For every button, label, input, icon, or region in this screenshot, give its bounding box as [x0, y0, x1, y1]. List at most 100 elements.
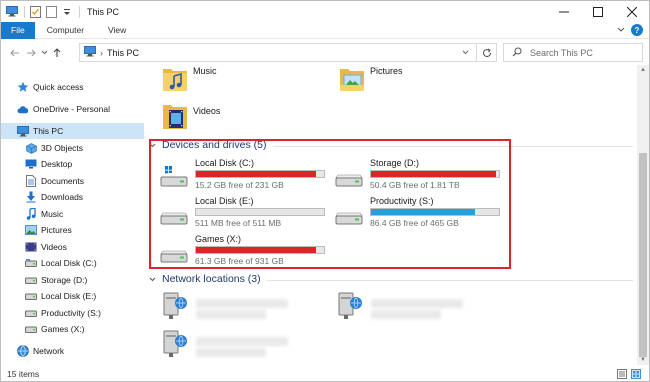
sidebar-item-label: Music [41, 209, 64, 219]
folder-videos[interactable]: Videos [161, 99, 220, 131]
hard-drive-icon [335, 212, 363, 225]
drive-name: Local Disk (E:) [195, 196, 254, 206]
drive-space-info: 61.3 GB free of 931 GB [195, 256, 284, 266]
refresh-icon [482, 48, 491, 57]
toolbar-divider [24, 5, 25, 18]
sidebar-item-games-x[interactable]: Games (X:) [1, 321, 144, 337]
pictures-icon [25, 224, 37, 236]
computer-icon [17, 125, 29, 137]
folder-music[interactable]: Music [161, 63, 217, 93]
tab-file[interactable]: File [1, 21, 35, 39]
address-bar[interactable]: › This PC [79, 43, 497, 62]
up-button[interactable] [49, 45, 65, 61]
network-drive-icon [338, 292, 362, 319]
drive-tile-d[interactable]: Storage (D:) 50.4 GB free of 1.81 TB [334, 158, 504, 192]
drive-usage-bar [195, 208, 325, 216]
documents-icon [25, 175, 37, 187]
scroll-up-icon[interactable]: ▲ [637, 65, 649, 75]
computer-icon[interactable] [5, 5, 19, 19]
sidebar-item-label: This PC [33, 126, 64, 136]
recent-locations-button[interactable] [39, 45, 49, 61]
sidebar-item-storage-d[interactable]: Storage (D:) [1, 272, 144, 288]
breadcrumb-this-pc[interactable]: This PC [107, 48, 139, 58]
redacted-label [196, 337, 288, 346]
refresh-button[interactable] [476, 44, 496, 61]
address-history-button[interactable] [458, 44, 472, 61]
drive-space-info: 15.2 GB free of 231 GB [195, 180, 284, 190]
breadcrumb-chevron-icon[interactable]: › [100, 48, 103, 58]
sidebar-item-label: Games (X:) [41, 324, 85, 334]
sidebar-item-downloads[interactable]: Downloads [1, 189, 144, 205]
sidebar-item-onedrive[interactable]: OneDrive - Personal [1, 101, 144, 117]
redacted-label [196, 299, 288, 308]
chevron-down-icon [41, 50, 47, 55]
back-button[interactable] [7, 45, 23, 61]
sidebar-item-videos[interactable]: Videos [1, 239, 144, 255]
forward-button[interactable] [23, 45, 39, 61]
drive-tile-c[interactable]: Local Disk (C:) 15.2 GB free of 231 GB [159, 158, 329, 192]
drive-usage-bar [370, 170, 500, 178]
help-button[interactable]: ? [631, 24, 643, 36]
maximize-button[interactable] [581, 1, 615, 22]
title-bar: This PC [1, 1, 649, 22]
sidebar-item-local-disk-c[interactable]: Local Disk (C:) [1, 255, 144, 271]
drive-tile-x[interactable]: Games (X:) 61.3 GB free of 931 GB [159, 234, 329, 268]
network-location-item[interactable] [336, 291, 366, 321]
hard-drive-icon [160, 212, 188, 225]
sidebar-item-music[interactable]: Music [1, 206, 144, 222]
expand-ribbon-icon[interactable] [615, 24, 627, 36]
group-divider [267, 280, 633, 281]
vertical-scrollbar[interactable]: ▲ ▼ [637, 65, 649, 365]
window-title: This PC [87, 6, 120, 17]
search-box [503, 43, 643, 62]
details-view-icon[interactable] [616, 368, 627, 379]
music-folder-icon [163, 69, 187, 91]
drive-space-info: 50.4 GB free of 1.81 TB [370, 180, 460, 190]
scroll-down-icon[interactable]: ▼ [637, 355, 649, 365]
drive-icon [25, 257, 37, 269]
properties-icon[interactable] [28, 5, 42, 19]
status-bar: 15 items [1, 365, 649, 382]
sidebar-item-this-pc[interactable]: This PC [1, 123, 144, 139]
sidebar-item-documents[interactable]: Documents [1, 173, 144, 189]
customize-toolbar-icon[interactable] [60, 5, 74, 19]
help-icon: ? [631, 24, 643, 36]
sidebar-item-desktop[interactable]: Desktop [1, 156, 144, 172]
cloud-icon [17, 103, 29, 115]
sidebar-item-label: Local Disk (E:) [41, 291, 97, 301]
maximize-icon [593, 6, 603, 17]
close-button[interactable] [615, 1, 649, 22]
search-input[interactable] [530, 47, 640, 58]
drive-name: Local Disk (C:) [195, 158, 255, 168]
sidebar-item-label: Local Disk (C:) [41, 258, 97, 268]
sidebar-item-quick-access[interactable]: Quick access [1, 79, 144, 95]
group-title: Network locations (3) [162, 273, 261, 285]
drive-tile-e[interactable]: Local Disk (E:) 511 MB free of 511 MB [159, 196, 329, 230]
new-folder-icon[interactable] [44, 5, 58, 19]
sidebar-item-productivity-s[interactable]: Productivity (S:) [1, 305, 144, 321]
folder-pictures[interactable]: Pictures [338, 63, 403, 93]
close-icon [627, 6, 637, 17]
group-header-network[interactable]: Network locations (3) [149, 273, 261, 285]
drive-usage-fill [196, 171, 316, 177]
sidebar-item-label: Quick access [33, 82, 84, 92]
sidebar-item-local-disk-e[interactable]: Local Disk (E:) [1, 288, 144, 304]
folder-label: Videos [193, 106, 221, 116]
network-location-item[interactable] [161, 329, 191, 359]
folder-label: Pictures [370, 66, 403, 76]
minimize-button[interactable] [547, 1, 581, 22]
network-location-item[interactable] [161, 291, 191, 321]
sidebar-item-3d-objects[interactable]: 3D Objects [1, 140, 144, 156]
scrollbar-thumb[interactable] [639, 153, 647, 357]
tiles-view-icon[interactable] [630, 368, 641, 379]
drive-name: Games (X:) [195, 234, 242, 244]
drive-tile-s[interactable]: Productivity (S:) 86.4 GB free of 465 GB [334, 196, 504, 230]
sidebar-item-pictures[interactable]: Pictures [1, 222, 144, 238]
hard-drive-icon [160, 250, 188, 263]
sidebar-item-label: Network [33, 346, 65, 356]
tab-view[interactable]: View [96, 22, 138, 39]
sidebar-item-network[interactable]: Network [1, 343, 144, 359]
drive-usage-fill [371, 171, 496, 177]
tab-computer[interactable]: Computer [35, 22, 96, 39]
desktop-icon [25, 158, 37, 170]
